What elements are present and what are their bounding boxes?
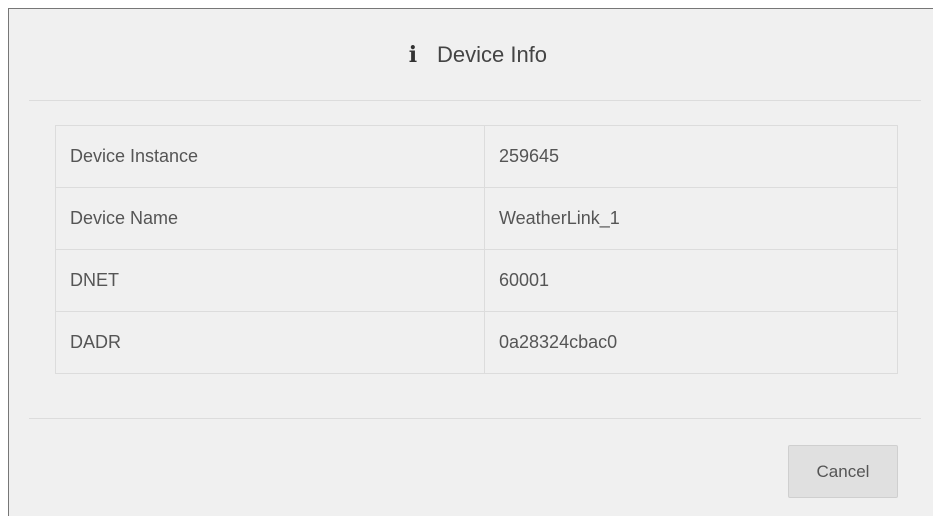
row-label: DNET: [55, 249, 485, 312]
row-value: 60001: [484, 249, 898, 312]
table-row: DADR 0a28324cbac0: [55, 311, 898, 374]
device-info-dialog: i Device Info Device Instance 259645 Dev…: [8, 8, 933, 516]
dialog-title-group: i Device Info: [403, 42, 547, 68]
device-info-table: Device Instance 259645 Device Name Weath…: [55, 125, 898, 374]
footer-divider: [29, 418, 921, 419]
cancel-button[interactable]: Cancel: [788, 445, 898, 498]
row-value: 259645: [484, 125, 898, 188]
table-row: Device Instance 259645: [55, 125, 898, 188]
dialog-header: i Device Info: [29, 9, 921, 101]
table-row: Device Name WeatherLink_1: [55, 187, 898, 250]
row-label: DADR: [55, 311, 485, 374]
row-value: 0a28324cbac0: [484, 311, 898, 374]
row-label: Device Instance: [55, 125, 485, 188]
info-icon: i: [408, 41, 418, 68]
table-row: DNET 60001: [55, 249, 898, 312]
row-value: WeatherLink_1: [484, 187, 898, 250]
dialog-title: Device Info: [436, 41, 548, 67]
row-label: Device Name: [55, 187, 485, 250]
